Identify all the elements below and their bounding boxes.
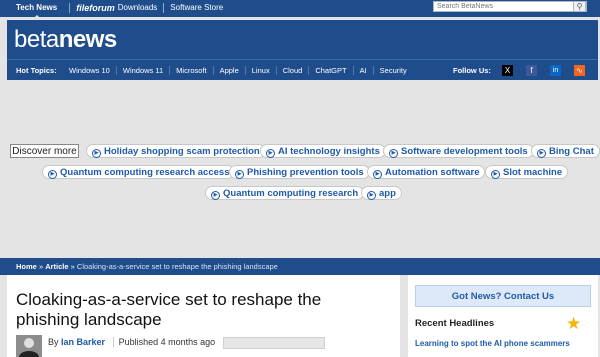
arrow-circle-icon: ▶ (235, 170, 244, 179)
author-link[interactable]: Ian Barker (61, 337, 105, 347)
discover-pill[interactable]: ▶ Holiday shopping scam protection (86, 144, 266, 158)
betanews-logo[interactable]: betanews (14, 26, 117, 54)
facebook-icon[interactable]: f (526, 65, 537, 76)
pill-label: app (379, 188, 396, 199)
pill-label: Quantum computing research access (60, 167, 230, 178)
hot-topic-chatgpt[interactable]: ChatGPT (308, 66, 352, 75)
arrow-circle-icon: ▶ (92, 149, 101, 158)
x-twitter-icon[interactable]: X (502, 65, 513, 76)
arrow-circle-icon: ▶ (373, 170, 382, 179)
pill-label: Quantum computing research (223, 188, 359, 199)
recent-headlines-heading: Recent Headlines (415, 318, 495, 329)
arrow-circle-icon: ▶ (367, 191, 376, 200)
hot-topics-bar: Hot Topics: Windows 10 Windows 11 Micros… (7, 59, 598, 80)
hot-topic-microsoft[interactable]: Microsoft (169, 66, 212, 75)
follow-us-label: Follow Us: (453, 66, 491, 75)
hot-topic-windows-10[interactable]: Windows 10 (63, 66, 116, 75)
arrow-circle-icon: ▶ (491, 170, 500, 179)
star-icon: ★ (566, 314, 582, 333)
logo-part-beta: beta (14, 26, 59, 53)
breadcrumb-inner: Home » Article » Cloaking-as-a-service s… (16, 258, 278, 275)
discover-pill[interactable]: ▶ Phishing prevention tools (229, 165, 370, 179)
discover-pill[interactable]: ▶ AI technology insights (260, 144, 386, 158)
discover-pill[interactable]: ▶ Slot machine (485, 165, 569, 179)
article-title: Cloaking-as-a-service set to reshape the… (16, 290, 322, 329)
pill-label: Holiday shopping scam protection (104, 146, 260, 157)
hot-topic-ai[interactable]: AI (352, 66, 373, 75)
top-nav-bar: Tech News fileforum Downloads Software S… (0, 0, 600, 18)
hot-topics-list: Windows 10 Windows 11 Microsoft Apple Li… (63, 66, 413, 75)
pill-label: AI technology insights (278, 146, 380, 157)
hot-topic-security[interactable]: Security (372, 66, 413, 75)
hot-topic-cloud[interactable]: Cloud (275, 66, 309, 75)
contact-us-button[interactable]: Got News? Contact Us (415, 285, 591, 307)
pill-label: Software development tools (401, 146, 528, 157)
discover-pill[interactable]: ▶ Bing Chat (531, 144, 600, 158)
hot-topic-linux[interactable]: Linux (244, 66, 276, 75)
published-date: Published 4 months ago (112, 337, 216, 347)
breadcrumb-sep: » (38, 262, 44, 271)
divider (69, 2, 71, 13)
arrow-circle-icon: ▶ (266, 149, 275, 158)
discover-pill[interactable]: ▶ Quantum computing research (205, 186, 365, 200)
search-input[interactable] (433, 1, 587, 12)
arrow-circle-icon: ▶ (48, 170, 57, 179)
arrow-circle-icon: ▶ (211, 191, 220, 200)
site-header: betanews (7, 20, 598, 59)
discover-pill[interactable]: ▶ Quantum computing research access (42, 165, 236, 179)
pill-label: Bing Chat (549, 146, 594, 157)
hot-topic-apple[interactable]: Apple (212, 66, 245, 75)
arrow-circle-icon: ▶ (389, 149, 398, 158)
breadcrumb-article[interactable]: Article (45, 262, 68, 271)
hot-topics-label: Hot Topics: (16, 66, 57, 75)
discover-pill[interactable]: ▶ Software development tools (383, 144, 534, 158)
tech-news-link[interactable]: Tech News (16, 3, 63, 18)
sidebar: Got News? Contact Us Recent Headlines ★ … (408, 275, 598, 357)
breadcrumb-current: Cloaking-as-a-service set to reshape the… (76, 262, 278, 271)
breadcrumb: Home » Article » Cloaking-as-a-service s… (0, 258, 600, 275)
discover-more-label: Discover more (10, 144, 79, 158)
breadcrumb-home[interactable]: Home (16, 262, 37, 271)
pill-label: Slot machine (503, 167, 563, 178)
article-panel: Cloaking-as-a-service set to reshape the… (7, 275, 400, 357)
discover-pill[interactable]: ▶ Automation software (367, 165, 486, 179)
linkedin-icon[interactable]: in (550, 65, 561, 76)
software-store-link[interactable]: Software Store (170, 3, 223, 12)
share-placeholder[interactable] (223, 337, 325, 349)
by-label: By (48, 337, 59, 347)
pill-label: Phishing prevention tools (247, 167, 364, 178)
divider (163, 2, 165, 13)
search-icon[interactable]: ⚲ (573, 1, 586, 12)
logo-part-news: news (58, 26, 118, 53)
rss-icon[interactable]: ∿ (574, 65, 585, 76)
breadcrumb-sep: » (70, 262, 75, 271)
author-avatar[interactable] (16, 335, 42, 357)
byline: By Ian Barker Published 4 months ago (48, 337, 216, 347)
pill-label: Automation software (385, 167, 480, 178)
headline-link[interactable]: Learning to spot the AI phone scammers (415, 339, 570, 348)
hot-topic-windows-11[interactable]: Windows 11 (115, 66, 169, 75)
avatar-silhouette-icon (16, 335, 42, 357)
arrow-circle-icon: ▶ (537, 149, 546, 158)
discover-pill[interactable]: ▶ app (361, 186, 402, 200)
fileforum-logo[interactable]: fileforum (76, 3, 115, 13)
top-nav: Tech News fileforum Downloads Software S… (16, 0, 223, 18)
downloads-link[interactable]: Downloads (118, 3, 158, 12)
